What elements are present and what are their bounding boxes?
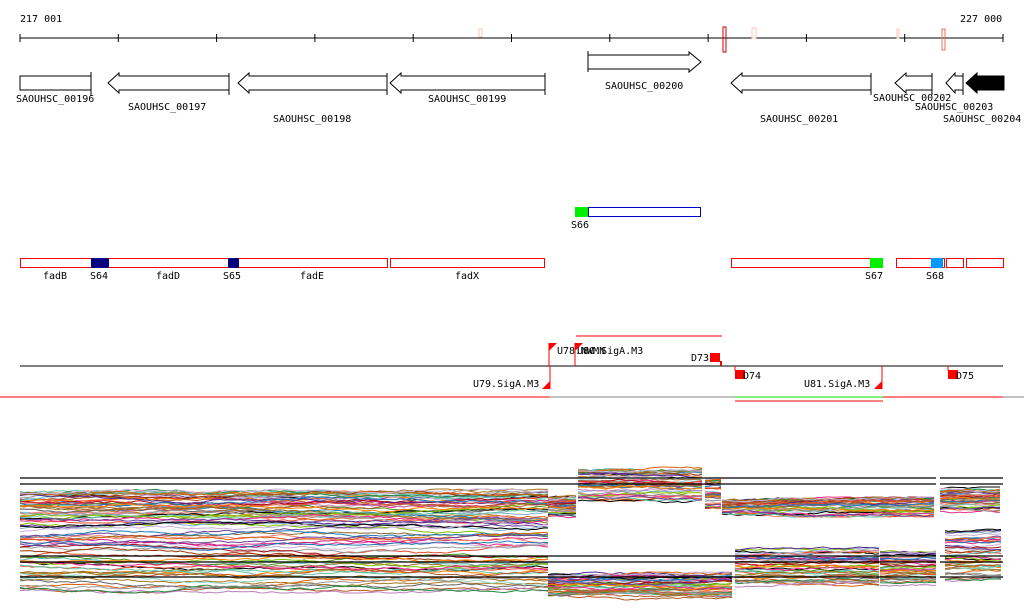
feature-region[interactable]	[966, 258, 1004, 268]
gene-SAOUHSC_00203[interactable]	[945, 71, 964, 95]
gene-SAOUHSC_00199[interactable]	[389, 71, 546, 95]
feature-label: fadD	[156, 271, 180, 282]
gene-SAOUHSC_00197[interactable]	[107, 71, 230, 95]
ruler-marker[interactable]	[896, 28, 900, 39]
svg-text:D75: D75	[956, 371, 974, 382]
tss-track: U78.NWMN U80.SigA.M3 D73 U79.SigA.M3 D74…	[0, 335, 1024, 402]
gene-label: SAOUHSC_00196	[16, 94, 94, 105]
feature-S67[interactable]	[870, 258, 883, 268]
feature-fadX[interactable]	[390, 258, 545, 268]
feature-fad-operon[interactable]	[20, 258, 388, 268]
svg-text:U81.SigA.M3: U81.SigA.M3	[804, 379, 870, 390]
svg-text:U79.SigA.M3: U79.SigA.M3	[473, 379, 539, 390]
tss-U79[interactable]: U79.SigA.M3	[473, 366, 551, 390]
svg-text:D73: D73	[691, 353, 709, 364]
ruler-marker[interactable]	[722, 26, 727, 53]
feature-track: S66 fadB S64 fadD S65 fadE fadX S67 S68	[20, 207, 1004, 282]
feature-S66[interactable]	[575, 207, 588, 217]
gene-track: SAOUHSC_00196 SAOUHSC_00197 SAOUHSC_0019…	[16, 50, 1021, 125]
tss-U81[interactable]: U81.SigA.M3	[804, 366, 883, 390]
gene-label: SAOUHSC_00204	[943, 114, 1021, 125]
gene-label: SAOUHSC_00200	[605, 81, 683, 92]
feature-S65[interactable]	[228, 258, 239, 268]
tss-D73[interactable]: D73	[691, 353, 722, 366]
ruler-marker[interactable]	[478, 28, 483, 38]
feature-S64[interactable]	[91, 258, 109, 268]
ruler-start-label: 217 001	[20, 14, 62, 25]
gene-label: SAOUHSC_00201	[760, 114, 838, 125]
gene-SAOUHSC_00196[interactable]	[19, 72, 92, 96]
svg-text:U80.SigA.M3: U80.SigA.M3	[577, 346, 643, 357]
feature-label: S68	[926, 271, 944, 282]
feature-region[interactable]	[731, 258, 883, 268]
ruler-marker[interactable]	[751, 27, 757, 39]
gene-SAOUHSC_00201[interactable]	[730, 71, 872, 95]
gene-SAOUHSC_00198[interactable]	[237, 71, 388, 95]
tss-U80[interactable]: U80.SigA.M3	[574, 343, 643, 366]
feature-label: S67	[865, 271, 883, 282]
feature-label: fadE	[300, 271, 324, 282]
gene-label: SAOUHSC_00198	[273, 114, 351, 125]
genome-browser: 217 001 227 000 SAOUHSC_00196 SAOUHSC_00…	[0, 14, 1024, 601]
gene-label: SAOUHSC_00199	[428, 94, 506, 105]
gene-label: SAOUHSC_00197	[128, 102, 206, 113]
coordinate-ruler: 217 001 227 000	[19, 14, 1004, 53]
gene-SAOUHSC_00200[interactable]	[587, 50, 702, 74]
feature-region[interactable]	[588, 207, 701, 217]
ruler-end-label: 227 000	[960, 14, 1002, 25]
feature-S68[interactable]	[931, 258, 943, 268]
feature-label: fadB	[43, 271, 67, 282]
feature-label: fadX	[455, 271, 479, 282]
gene-SAOUHSC_00204[interactable]	[965, 71, 1005, 95]
gene-SAOUHSC_00202[interactable]	[894, 71, 933, 95]
feature-label: S66	[571, 220, 589, 231]
expression-track	[19, 466, 1003, 601]
feature-region[interactable]	[946, 258, 964, 268]
feature-label: S64	[90, 271, 108, 282]
ruler-marker[interactable]	[941, 28, 946, 51]
svg-text:D74: D74	[743, 371, 761, 382]
tss-D74[interactable]: D74	[734, 366, 761, 382]
tss-D75[interactable]: D75	[947, 366, 974, 382]
gene-label: SAOUHSC_00203	[915, 102, 993, 113]
feature-label: S65	[223, 271, 241, 282]
